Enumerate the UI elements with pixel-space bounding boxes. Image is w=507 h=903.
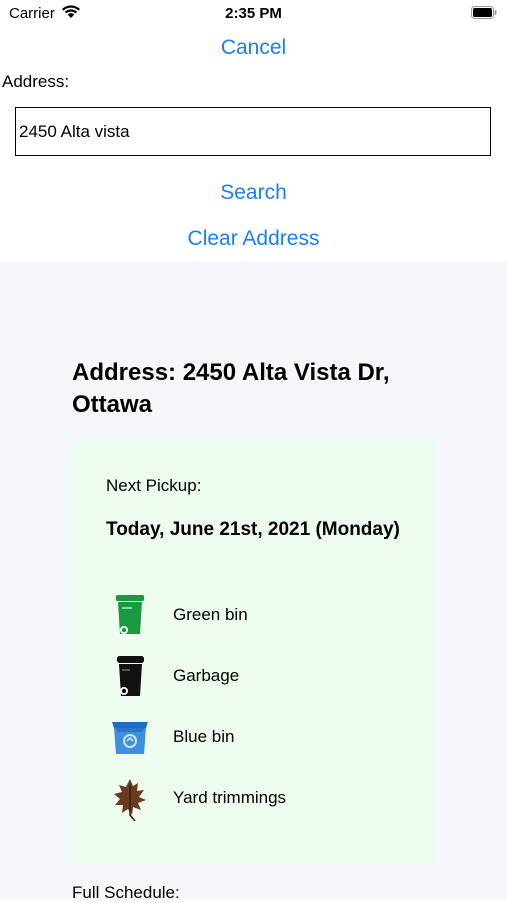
green-bin-icon xyxy=(108,592,152,640)
result-address-title: Address: 2450 Alta Vista Dr, Ottawa xyxy=(72,359,390,418)
cancel-button[interactable]: Cancel xyxy=(0,36,507,60)
pickup-item-yard-trimmings: Yard trimmings xyxy=(108,775,408,823)
pickup-item-green-bin: Green bin xyxy=(108,592,408,640)
pickup-date: Today, June 21st, 2021 (Monday) xyxy=(106,519,400,540)
next-pickup-label: Next Pickup: xyxy=(106,476,202,495)
pickup-item-label: Yard trimmings xyxy=(173,788,287,807)
pickup-item-label: Green bin xyxy=(173,605,248,624)
garbage-bin-icon xyxy=(108,653,152,701)
clear-address-button[interactable]: Clear Address xyxy=(0,227,507,251)
blue-bin-icon xyxy=(108,714,152,762)
address-label: Address: xyxy=(2,72,70,91)
full-schedule-label: Full Schedule: xyxy=(72,883,180,902)
pickup-item-blue-bin: Blue bin xyxy=(108,714,408,762)
address-input[interactable] xyxy=(15,107,491,156)
search-button[interactable]: Search xyxy=(0,181,507,205)
battery-icon xyxy=(471,6,497,19)
pickup-item-label: Garbage xyxy=(173,666,240,685)
status-bar: Carrier 2:35 PM xyxy=(0,0,507,28)
pickup-item-garbage: Garbage xyxy=(108,653,408,701)
leaf-icon xyxy=(108,775,152,823)
clock-time: 2:35 PM xyxy=(225,5,282,22)
pickup-item-label: Blue bin xyxy=(173,727,235,746)
